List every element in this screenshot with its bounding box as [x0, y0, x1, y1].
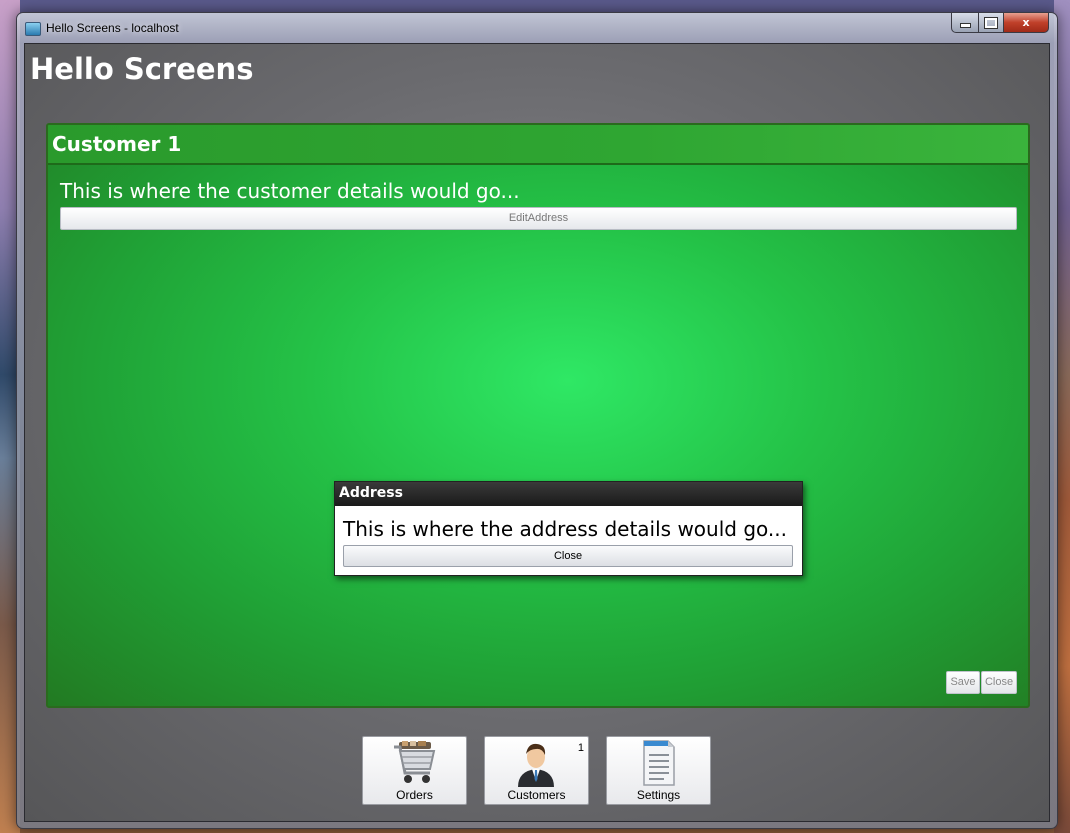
edit-address-button[interactable]: EditAddress: [60, 207, 1017, 230]
address-dialog-title: Address: [339, 485, 403, 501]
taskbar-label-orders: Orders: [396, 788, 433, 802]
app-title: Hello Screens: [30, 52, 254, 86]
address-details-text: This is where the address details would …: [343, 517, 787, 541]
address-dialog-header: Address: [335, 482, 802, 506]
taskbar-item-settings[interactable]: Settings: [606, 736, 711, 805]
address-dialog: Address This is where the address detail…: [334, 481, 803, 576]
taskbar-item-orders[interactable]: Orders: [362, 736, 467, 805]
save-button[interactable]: Save: [946, 671, 980, 694]
window-title: Hello Screens - localhost: [46, 21, 179, 35]
customer-screen: Customer 1 This is where the customer de…: [46, 123, 1030, 708]
shopping-cart-icon: [394, 741, 436, 783]
customer-screen-title: Customer 1: [52, 132, 182, 156]
customer-details-text: This is where the customer details would…: [60, 179, 520, 203]
taskbar-label-customers: Customers: [507, 788, 566, 802]
customer-icon: [518, 743, 554, 787]
minimize-button[interactable]: [951, 13, 979, 33]
window-titlebar[interactable]: Hello Screens - localhost x: [17, 13, 1057, 43]
settings-document-icon: [643, 740, 675, 786]
app-icon: [25, 22, 41, 36]
address-dialog-close-button[interactable]: Close: [343, 545, 793, 567]
customer-screen-header: Customer 1: [48, 125, 1028, 165]
maximize-button[interactable]: [979, 13, 1004, 33]
customer-close-button[interactable]: Close: [981, 671, 1017, 694]
customers-count-badge: 1: [577, 742, 584, 754]
app-client-area: Hello Screens Customer 1 This is where t…: [24, 43, 1050, 822]
app-window: Hello Screens - localhost x Hello Screen…: [16, 12, 1058, 829]
window-caption-buttons: x: [951, 13, 1049, 33]
minimize-icon: [959, 23, 971, 28]
close-icon: x: [1022, 16, 1030, 29]
maximize-icon: [984, 16, 998, 29]
taskbar-label-settings: Settings: [636, 788, 681, 802]
taskbar-item-customers[interactable]: 1 Customers: [484, 736, 589, 805]
window-close-button[interactable]: x: [1004, 13, 1049, 33]
